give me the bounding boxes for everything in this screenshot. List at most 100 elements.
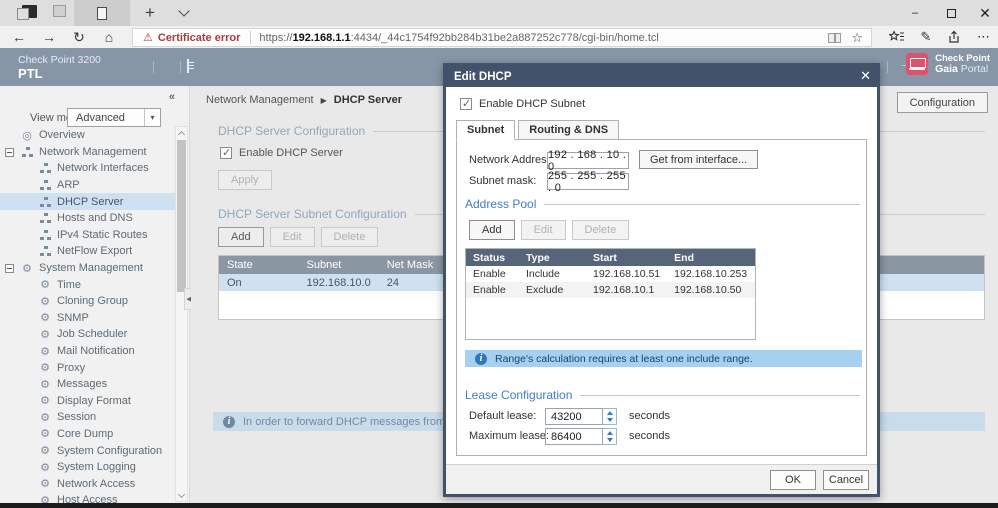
column-header[interactable]: Start [586, 249, 667, 266]
view-mode-select[interactable]: Advanced ▾ [67, 108, 161, 127]
sidebar-item-label: NetFlow Export [57, 245, 132, 257]
column-header[interactable]: State [219, 256, 299, 275]
window-minimize-button[interactable]: – [898, 0, 932, 26]
sidebar-item-job-scheduler[interactable]: ⚙ Job Scheduler [0, 326, 176, 343]
tab-list-chevron-icon[interactable] [172, 0, 196, 26]
default-lease-label: Default lease: [469, 410, 536, 422]
favorite-star-icon[interactable]: ☆ [851, 30, 863, 46]
window-maximize-button[interactable] [934, 0, 968, 26]
sidebar-item-time[interactable]: ⚙Time [0, 276, 176, 293]
annotate-pen-icon[interactable]: ✎ [912, 26, 940, 48]
dialog-close-icon[interactable]: ✕ [860, 68, 871, 84]
gear-icon: ⚙ [38, 328, 52, 341]
sidebar-item-core-dump[interactable]: ⚙Core Dump [0, 426, 176, 443]
sidebar-item-session[interactable]: ⚙Session [0, 409, 176, 426]
certificate-error-badge[interactable]: ⚠ Certificate error [133, 31, 250, 44]
back-icon[interactable]: ← [6, 26, 32, 48]
tab-routing-dns[interactable]: Routing & DNS [518, 120, 619, 140]
ok-button[interactable]: OK [770, 470, 816, 490]
scroll-down-icon[interactable] [176, 489, 187, 501]
refresh-icon[interactable]: ↻ [66, 26, 92, 48]
edit-button[interactable]: Edit [521, 220, 566, 240]
sidebar-scrollbar[interactable] [175, 126, 188, 502]
column-header[interactable]: Type [519, 249, 586, 266]
sidebar-item-cloning-group[interactable]: ⚙Cloning Group [0, 293, 176, 310]
address-bar[interactable]: ⚠ Certificate error https://192.168.1.1:… [132, 28, 872, 47]
apply-button[interactable]: Apply [218, 170, 272, 190]
network-icon [20, 147, 34, 157]
browser-tab[interactable] [74, 0, 130, 26]
check-point-logo-icon [906, 53, 928, 75]
add-button[interactable]: Add [469, 220, 515, 240]
share-icon[interactable] [940, 26, 968, 48]
sidebar-item-arp[interactable]: ARP [0, 177, 176, 194]
sidebar-item-snmp[interactable]: ⚙SNMP [0, 310, 176, 327]
favorites-hub-icon[interactable] [882, 26, 910, 48]
column-header[interactable]: Status [466, 249, 519, 266]
more-menu-icon[interactable]: ⋯ [970, 26, 998, 48]
sidebar-item-system-configuration[interactable]: ⚙System Configuration [0, 442, 176, 459]
delete-button[interactable]: Delete [572, 220, 630, 240]
forward-icon[interactable]: → [36, 26, 62, 48]
scrollbar-thumb[interactable] [177, 140, 186, 292]
get-from-interface-button[interactable]: Get from interface... [639, 150, 758, 169]
dialog-title-bar[interactable]: Edit DHCP ✕ [446, 66, 877, 87]
maximum-lease-input[interactable]: 86400 [545, 428, 603, 445]
address-pool-table-container: StatusTypeStartEnd EnableInclude192.168.… [465, 248, 756, 340]
tabs-set-aside-icon[interactable] [22, 5, 37, 18]
network-address-field[interactable]: 192 . 168 . 10 . 0 [547, 152, 629, 169]
column-header[interactable]: End [667, 249, 755, 266]
sidebar-item-ipv4-static-routes[interactable]: IPv4 Static Routes [0, 227, 176, 244]
sidebar-item-host-access[interactable]: ⚙Host Access [0, 492, 176, 503]
subnet-mask-field[interactable]: 255 . 255 . 255 . 0 [547, 173, 629, 190]
column-header[interactable]: Subnet [299, 256, 379, 275]
warning-icon: ⚠ [143, 31, 153, 44]
delete-button[interactable]: Delete [321, 227, 379, 247]
sidebar-item-mail-notification[interactable]: ⚙Mail Notification [0, 343, 176, 360]
cancel-button[interactable]: Cancel [823, 470, 869, 490]
document-icon[interactable] [187, 60, 189, 72]
url-text[interactable]: https://192.168.1.1:4434/_44c1754f92bb28… [251, 32, 828, 44]
reading-view-icon[interactable] [828, 33, 841, 43]
table-row[interactable]: EnableExclude192.168.10.1192.168.10.50 [466, 282, 755, 298]
sidebar-item-messages[interactable]: ⚙Messages [0, 376, 176, 393]
sidebar-collapse-icon[interactable]: « [169, 91, 175, 103]
table-cell: Enable [466, 282, 519, 298]
default-lease-stepper[interactable] [603, 408, 617, 425]
sidebar-item-display-format[interactable]: ⚙Display Format [0, 393, 176, 410]
tab-subnet[interactable]: Subnet [456, 120, 515, 140]
sidebar-item-label: Job Scheduler [57, 328, 127, 340]
certificate-error-label: Certificate error [158, 32, 241, 44]
scroll-up-icon[interactable] [176, 127, 187, 139]
add-button[interactable]: Add [218, 227, 264, 247]
maximum-lease-stepper[interactable] [603, 428, 617, 445]
breadcrumb-parent[interactable]: Network Management [206, 94, 314, 106]
sidebar-item-label: Network Interfaces [57, 162, 149, 174]
sidebar-item-system-management[interactable]: ⚙System Management [0, 260, 176, 277]
tabs-restore-icon[interactable] [53, 5, 66, 17]
edit-button[interactable]: Edit [270, 227, 315, 247]
default-lease-input[interactable]: 43200 [545, 408, 603, 425]
collapse-box-icon[interactable] [5, 264, 14, 273]
enable-dhcp-server-checkbox[interactable] [220, 147, 232, 159]
configuration-button[interactable]: Configuration [897, 92, 988, 113]
collapse-box-icon[interactable] [5, 148, 14, 157]
sidebar-item-network-management[interactable]: Network Management [0, 144, 176, 161]
table-cell: 192.168.10.253 [667, 266, 755, 282]
enable-dhcp-subnet-checkbox[interactable] [460, 98, 472, 110]
sidebar-item-hosts-and-dns[interactable]: Hosts and DNS [0, 210, 176, 227]
new-tab-button[interactable]: + [138, 0, 162, 26]
home-icon[interactable]: ⌂ [96, 26, 122, 48]
sidebar-item-network-interfaces[interactable]: Network Interfaces [0, 160, 176, 177]
table-row[interactable]: EnableInclude192.168.10.51192.168.10.253 [466, 266, 755, 282]
sidebar-item-proxy[interactable]: ⚙Proxy [0, 359, 176, 376]
window-close-button[interactable]: ✕ [968, 0, 998, 26]
sidebar-item-dhcp-server[interactable]: DHCP Server [0, 193, 176, 210]
sidebar-item-overview[interactable]: ◎Overview [0, 127, 176, 144]
edit-dhcp-dialog: Edit DHCP ✕ Enable DHCP Subnet SubnetRou… [443, 63, 880, 497]
sidebar-item-system-logging[interactable]: ⚙System Logging [0, 459, 176, 476]
sidebar-item-netflow-export[interactable]: NetFlow Export [0, 243, 176, 260]
gear-icon: ⚙ [38, 394, 52, 407]
sidebar-item-network-access[interactable]: ⚙Network Access [0, 475, 176, 492]
browser-toolbar: ← → ↻ ⌂ ⚠ Certificate error https://192.… [0, 26, 998, 48]
